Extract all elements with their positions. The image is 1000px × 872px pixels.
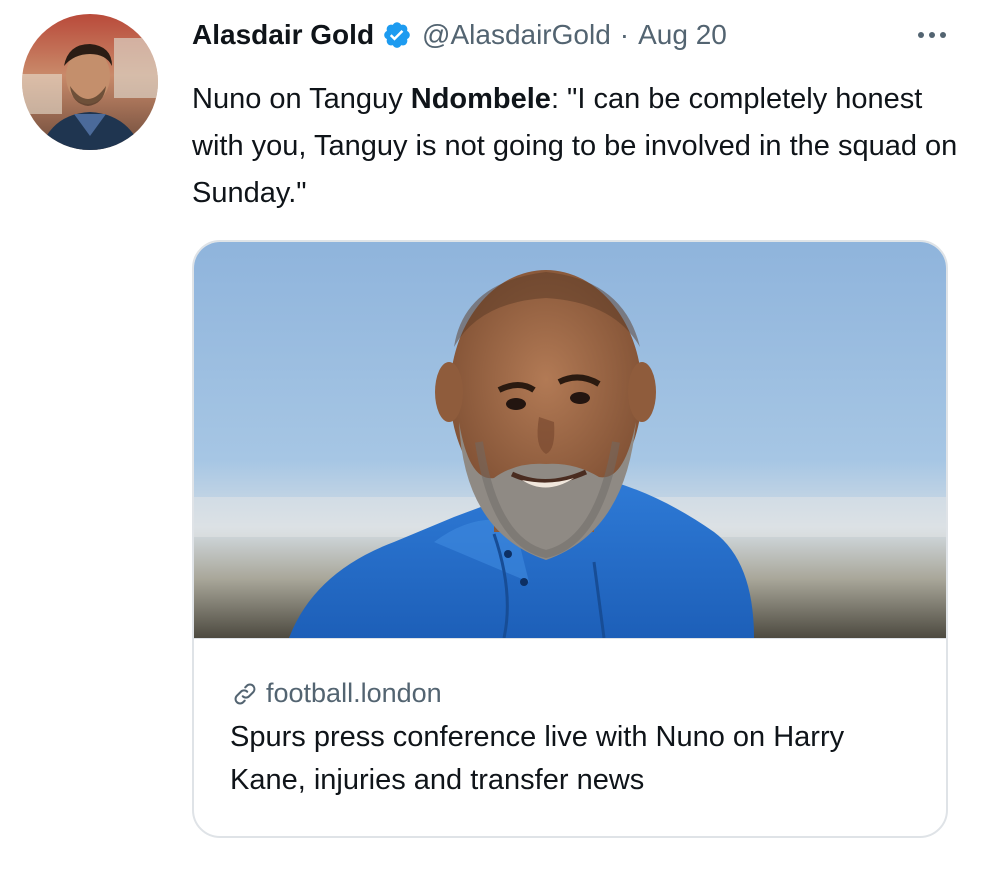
author-avatar[interactable] xyxy=(22,14,158,150)
link-preview-card[interactable]: football.london Spurs press conference l… xyxy=(192,240,948,838)
tweet-text-part1: Nuno on Tanguy xyxy=(192,83,411,115)
tweet-text: Nuno on Tanguy Ndombele: "I can be compl… xyxy=(192,76,972,217)
tweet-header: Alasdair Gold @AlasdairGold · Aug 20 xyxy=(192,14,727,56)
card-title[interactable]: Spurs press conference live with Nuno on… xyxy=(230,716,920,802)
card-domain: football.london xyxy=(266,678,442,708)
separator-dot: · xyxy=(619,19,630,50)
card-source: football.london xyxy=(230,678,442,709)
tweet-text-bold: Ndombele xyxy=(410,83,551,115)
more-dot xyxy=(940,32,946,38)
card-photo xyxy=(194,242,946,638)
tweet: Alasdair Gold @AlasdairGold · Aug 20 Nun… xyxy=(0,0,1000,872)
more-dot xyxy=(918,32,924,38)
tweet-timestamp[interactable]: Aug 20 xyxy=(638,19,727,51)
avatar-photo xyxy=(22,14,158,150)
card-image[interactable] xyxy=(194,242,946,638)
author-display-name[interactable]: Alasdair Gold xyxy=(192,19,374,51)
more-options-icon[interactable] xyxy=(908,20,956,50)
verified-badge-icon xyxy=(384,22,410,48)
more-dot xyxy=(929,32,935,38)
card-divider xyxy=(194,638,946,639)
author-handle[interactable]: @AlasdairGold xyxy=(422,19,611,51)
link-icon xyxy=(234,683,256,704)
